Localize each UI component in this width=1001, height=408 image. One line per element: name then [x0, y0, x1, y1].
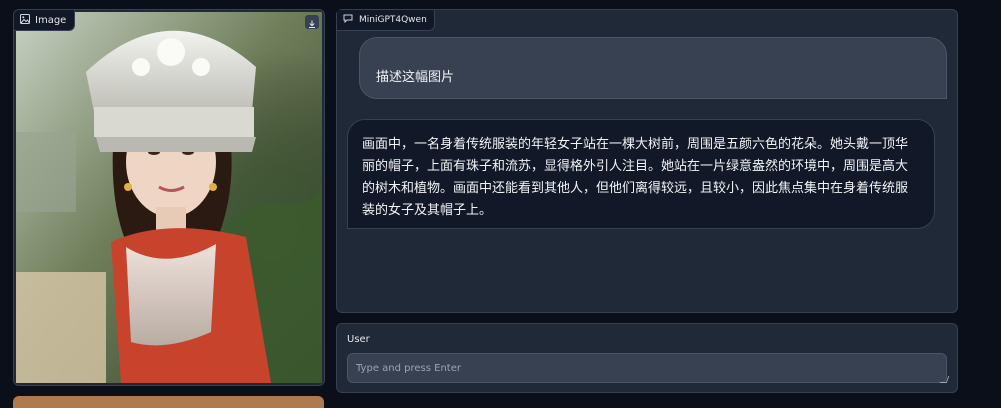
image-panel: Image: [13, 9, 325, 386]
user-input-label: User: [347, 334, 370, 345]
user-message: 描述这幅图片: [359, 37, 947, 99]
resize-handle[interactable]: [939, 376, 950, 383]
bot-message: 画面中，一名身着传统服装的年轻女子站在一棵大树前，周围是五颜六色的花朵。她头戴一…: [347, 119, 935, 229]
image-label-tag: Image: [14, 10, 76, 31]
chatbot-panel: MiniGPT4Qwen 描述这幅图片 画面中，一名身着传统服装的年轻女子站在一…: [336, 9, 958, 313]
image-icon: [20, 13, 30, 27]
chatbot-label-tag: MiniGPT4Qwen: [337, 10, 435, 31]
image-label-text: Image: [35, 14, 67, 26]
bottom-strip: [13, 396, 324, 408]
user-input-field[interactable]: [347, 353, 947, 383]
chat-icon: [343, 14, 353, 26]
uploaded-photo: [16, 12, 322, 383]
download-button[interactable]: [305, 15, 319, 29]
download-icon: [308, 13, 316, 32]
user-input-panel: User: [336, 323, 958, 393]
chatbot-label-text: MiniGPT4Qwen: [359, 15, 427, 25]
